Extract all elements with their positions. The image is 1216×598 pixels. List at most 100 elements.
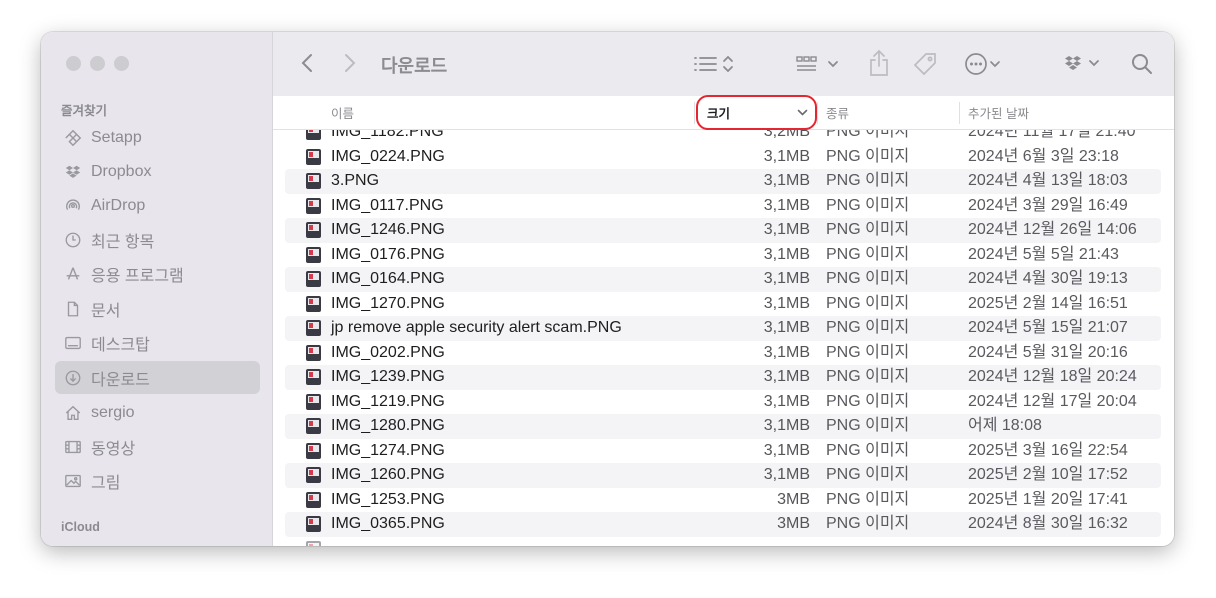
- share-button[interactable]: [867, 48, 891, 78]
- file-size: 3,1MB: [763, 466, 810, 483]
- file-size: 3MB: [777, 515, 810, 532]
- file-size: 3,1MB: [763, 343, 810, 361]
- column-date-added[interactable]: 추가된 날짜: [968, 96, 1029, 129]
- file-size: 3,1MB: [763, 221, 810, 238]
- chevron-left-icon: [301, 54, 312, 72]
- search-button[interactable]: [1128, 50, 1156, 78]
- file-kind: PNG 이미지: [826, 417, 910, 434]
- table-row[interactable]: IMG_1260.PNG 3,1MB PNG 이미지 2025년 2월 10일 …: [285, 463, 1161, 488]
- table-row[interactable]: IMG_0176.PNG 3,1MB PNG 이미지 2024년 5월 5일 2…: [285, 243, 1161, 268]
- sidebar-item-label: AirDrop: [91, 196, 146, 214]
- file-date: 어제 18:08: [968, 417, 1042, 434]
- sidebar-item-recents[interactable]: 최근 항목: [55, 223, 260, 256]
- sidebar-item-movies[interactable]: 동영상: [55, 430, 260, 463]
- table-row[interactable]: IMG_0224.PNG 3,1MB PNG 이미지 2024년 6월 3일 2…: [285, 145, 1161, 170]
- dropbox-menu-button[interactable]: [1063, 52, 1109, 76]
- file-date: 2024년 5월 31일 20:16: [968, 343, 1128, 361]
- table-row[interactable]: IMG_1246.PNG 3,1MB PNG 이미지 2024년 12월 26일…: [285, 218, 1161, 243]
- file-name: IMG_1219.PNG: [331, 392, 445, 410]
- file-name: IMG_1270.PNG: [331, 294, 445, 312]
- png-file-icon: [306, 344, 321, 361]
- share-icon: [870, 49, 888, 76]
- table-row[interactable]: IMG_1182.PNG 3,2MB PNG 이미지 2024년 11월 17일…: [285, 130, 1161, 145]
- table-row[interactable]: IMG_0164.PNG 3,1MB PNG 이미지 2024년 4월 30일 …: [285, 267, 1161, 292]
- sidebar-item-label: 문서: [91, 302, 121, 320]
- sidebar-item-setapp[interactable]: Setapp: [55, 121, 260, 154]
- sidebar-section-favorites: 즐겨찾기: [61, 104, 108, 118]
- table-row[interactable]: 3.PNG 3,1MB PNG 이미지 2024년 4월 13일 18:03: [285, 169, 1161, 194]
- png-file-icon: [306, 271, 321, 287]
- png-file-icon: [306, 540, 321, 546]
- table-row[interactable]: IMG_1253.PNG 3MB PNG 이미지 2025년 1월 20일 17…: [285, 488, 1161, 513]
- png-file-icon: [306, 222, 321, 238]
- table-row[interactable]: IMG_1280.PNG 3,1MB PNG 이미지 어제 18:08: [285, 414, 1161, 439]
- sidebar-item-applications[interactable]: 응용 프로그램: [55, 257, 260, 290]
- png-file-icon: [306, 295, 321, 312]
- file-size: 3,1MB: [763, 172, 810, 189]
- column-separator: [694, 102, 695, 124]
- back-button[interactable]: [297, 52, 317, 74]
- file-kind: PNG 이미지: [826, 368, 910, 385]
- group-button[interactable]: [795, 52, 841, 76]
- table-row[interactable]: IMG_1219.PNG 3,1MB PNG 이미지 2024년 12월 17일…: [285, 390, 1161, 415]
- file-date: 2024년 12월 18일 20:24: [968, 368, 1137, 385]
- file-name: IMG_1260.PNG: [331, 466, 445, 483]
- tag-button[interactable]: [911, 50, 939, 78]
- file-name: IMG_0176.PNG: [331, 245, 445, 263]
- file-size: 3MB: [777, 490, 810, 508]
- applications-icon: [63, 264, 83, 284]
- file-name: IMG_1280.PNG: [331, 417, 445, 434]
- column-kind[interactable]: 종류: [826, 96, 849, 129]
- table-row[interactable]: IMG_0365.PNG 3MB PNG 이미지 2024년 8월 30일 16…: [285, 512, 1161, 537]
- file-date: 2024년 6월 3일 23:18: [968, 147, 1119, 165]
- sidebar-item-label: sergio: [91, 403, 135, 421]
- sidebar: 즐겨찾기 Setapp Dropbox AirDrop 최근 항목 응용 프로그…: [41, 32, 273, 546]
- file-size: 3,1MB: [763, 368, 810, 385]
- file-date: 2024년 12월 17일 20:04: [968, 392, 1137, 410]
- sidebar-item-downloads[interactable]: 다운로드: [55, 361, 260, 394]
- download-icon: [63, 368, 83, 388]
- sidebar-item-home[interactable]: sergio: [55, 396, 260, 429]
- dropbox-icon: [63, 162, 83, 182]
- table-row[interactable]: IMG_1270.PNG 3,1MB PNG 이미지 2025년 2월 14일 …: [285, 292, 1161, 317]
- sidebar-item-pictures[interactable]: 그림: [55, 464, 260, 497]
- file-date: 2025년 3월 16일 22:54: [968, 441, 1128, 459]
- list-view-button[interactable]: [691, 52, 739, 76]
- file-size: 3,1MB: [763, 319, 810, 336]
- file-size: 3,1MB: [763, 270, 810, 287]
- sidebar-item-airdrop[interactable]: AirDrop: [55, 189, 260, 222]
- window-controls: [66, 56, 129, 71]
- action-menu-button[interactable]: [963, 51, 1011, 77]
- sidebar-item-label: 그림: [91, 474, 121, 492]
- table-row[interactable]: IMG_1274.PNG 3,1MB PNG 이미지 2025년 3월 16일 …: [285, 439, 1161, 464]
- sidebar-item-label: 데스크탑: [91, 336, 150, 354]
- file-kind: PNG 이미지: [826, 515, 910, 532]
- file-kind: PNG 이미지: [826, 392, 910, 410]
- column-name[interactable]: 이름: [331, 96, 354, 129]
- file-kind: PNG 이미지: [826, 466, 910, 483]
- table-row[interactable]: [285, 537, 1161, 546]
- home-icon: [63, 403, 83, 423]
- file-name: IMG_0224.PNG: [331, 147, 445, 165]
- sidebar-item-label: 응용 프로그램: [91, 267, 184, 285]
- minimize-window-button[interactable]: [90, 56, 105, 71]
- png-file-icon: [306, 442, 321, 459]
- file-kind: PNG 이미지: [826, 294, 910, 312]
- zoom-window-button[interactable]: [114, 56, 129, 71]
- file-name: IMG_1239.PNG: [331, 368, 445, 385]
- table-row[interactable]: IMG_1239.PNG 3,1MB PNG 이미지 2024년 12월 18일…: [285, 365, 1161, 390]
- png-file-icon: [306, 418, 321, 434]
- table-row[interactable]: IMG_0202.PNG 3,1MB PNG 이미지 2024년 5월 31일 …: [285, 341, 1161, 366]
- file-date: 2025년 1월 20일 17:41: [968, 490, 1128, 508]
- file-size: 3,1MB: [763, 245, 810, 263]
- sidebar-item-desktop[interactable]: 데스크탑: [55, 326, 260, 359]
- forward-button[interactable]: [340, 52, 360, 74]
- table-row[interactable]: jp remove apple security alert scam.PNG …: [285, 316, 1161, 341]
- sidebar-item-dropbox[interactable]: Dropbox: [55, 155, 260, 188]
- close-window-button[interactable]: [66, 56, 81, 71]
- sidebar-section-icloud: iCloud: [61, 520, 100, 534]
- table-row[interactable]: IMG_0117.PNG 3,1MB PNG 이미지 2024년 3월 29일 …: [285, 194, 1161, 219]
- window-title: 다운로드: [381, 56, 448, 76]
- sidebar-item-documents[interactable]: 문서: [55, 292, 260, 325]
- file-size: 3,1MB: [763, 196, 810, 214]
